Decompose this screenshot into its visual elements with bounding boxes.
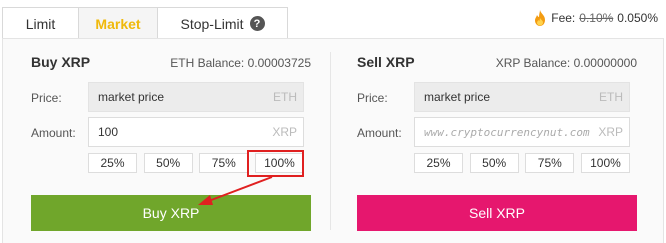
tab-stop-limit[interactable]: Stop-Limit ? [158,7,288,39]
sell-amount-unit: XRP [598,125,623,139]
xrp-balance: XRP Balance: 0.00000000 [495,56,637,70]
fee-old-rate: 0.10% [579,11,614,25]
buy-price-unit: ETH [273,90,297,104]
buy-amount-label: Amount: [31,126,76,140]
buy-price-field: market price ETH [88,82,304,112]
sell-xrp-button[interactable]: Sell XRP [357,195,637,231]
tab-limit[interactable]: Limit [2,7,79,39]
buy-price-label: Price: [31,91,62,105]
tab-market-label: Market [95,15,141,32]
sell-amount-label: Amount: [357,126,402,140]
panel-divider [330,52,331,230]
buy-pct-75-button[interactable]: 75% [199,153,249,173]
buy-pct-50-button[interactable]: 50% [143,153,193,173]
order-type-tabs: Limit Market Stop-Limit ? [2,7,288,39]
buy-amount-unit: XRP [272,125,297,139]
annotation-highlight-box [247,150,304,177]
tab-limit-label: Limit [25,15,56,32]
buy-amount-input[interactable]: 100 XRP [88,117,304,147]
fee-label: Fee: [551,11,576,25]
buy-amount-value: 100 [98,125,119,139]
tab-market[interactable]: Market [79,7,158,39]
sell-price-unit: ETH [599,90,623,104]
fire-icon [535,10,546,26]
tab-stop-limit-label: Stop-Limit [180,15,244,32]
help-icon[interactable]: ? [249,16,265,31]
fee-new-rate: 0.050% [617,11,658,25]
buy-price-value: market price [98,90,165,104]
fee-info: Fee: 0.10% 0.050% [533,10,658,26]
order-panel: Buy XRP ETH Balance: 0.00003725 Price: m… [2,38,664,243]
sell-pct-50-button[interactable]: 50% [469,153,519,173]
sell-price-value: market price [424,90,491,104]
sell-percent-buttons: 25% 50% 75% 100% [414,153,630,173]
sell-price-field: market price ETH [414,82,630,112]
buy-xrp-button[interactable]: Buy XRP [31,195,311,231]
sell-amount-placeholder: www.cryptocurrencynut.com [424,125,590,139]
sell-price-label: Price: [357,91,388,105]
sell-title: Sell XRP [357,54,415,70]
buy-pct-25-button[interactable]: 25% [88,153,137,173]
sell-amount-input[interactable]: www.cryptocurrencynut.com XRP [414,117,630,147]
buy-title: Buy XRP [31,54,91,70]
sell-pct-75-button[interactable]: 75% [525,153,575,173]
sell-pct-25-button[interactable]: 25% [414,153,463,173]
sell-pct-100-button[interactable]: 100% [580,153,630,173]
eth-balance: ETH Balance: 0.00003725 [170,56,311,70]
